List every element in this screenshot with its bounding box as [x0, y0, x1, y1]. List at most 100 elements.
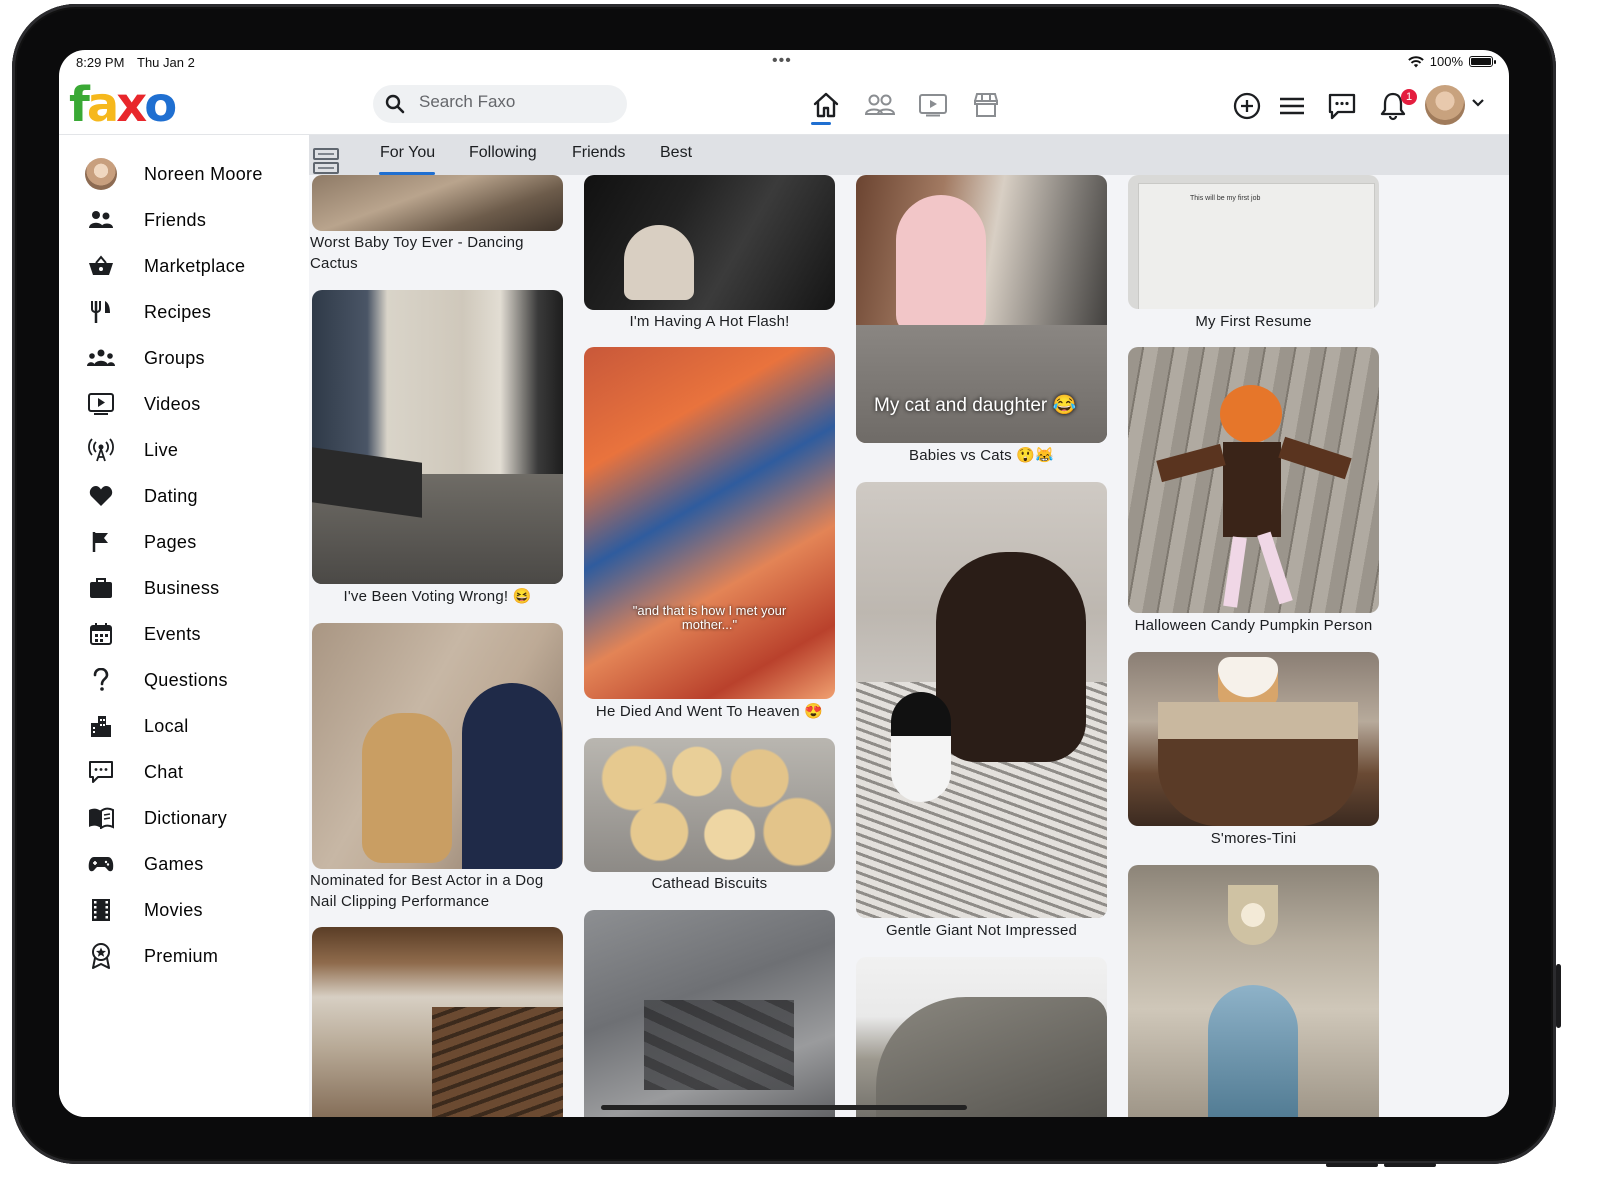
side-button — [1556, 964, 1561, 1028]
video-icon — [85, 388, 117, 420]
sidebar-item-movies[interactable]: Movies — [85, 892, 203, 928]
account-avatar[interactable] — [1425, 85, 1465, 125]
feed-layout-icon[interactable] — [313, 148, 339, 174]
home-icon[interactable] — [809, 88, 843, 122]
watch-icon[interactable] — [916, 88, 950, 122]
tab-for-you[interactable]: For You — [380, 144, 435, 162]
create-icon[interactable] — [1231, 90, 1263, 122]
battery-fill — [1471, 58, 1491, 65]
question-icon — [85, 664, 117, 696]
sidebar-item-label: Games — [144, 853, 204, 874]
video-thumbnail-dancing-cactus[interactable] — [312, 175, 563, 231]
groups-icon — [85, 342, 117, 374]
status-time: 8:29 PM — [76, 55, 125, 70]
logo-letter-a: a — [86, 77, 119, 133]
couch-shape — [856, 325, 1107, 443]
sidebar-item-dating[interactable]: Dating — [85, 478, 198, 514]
video-thumbnail-gentle-giant[interactable] — [856, 482, 1107, 918]
left-sidebar: Noreen Moore Friends Marketplace Recipes… — [59, 135, 309, 1117]
sidebar-item-marketplace[interactable]: Marketplace — [85, 248, 245, 284]
award-icon — [85, 940, 117, 972]
buildings-icon — [85, 710, 117, 742]
video-thumbnail-biscuits[interactable] — [584, 738, 835, 872]
video-thumbnail-smores-tini[interactable] — [1128, 652, 1379, 826]
window-shape — [1208, 985, 1298, 1117]
video-caption[interactable]: He Died And Went To Heaven 😍 — [584, 701, 835, 722]
top-navigation: faxo 1 — [59, 76, 1509, 135]
sidebar-item-business[interactable]: Business — [85, 570, 219, 606]
video-caption[interactable]: Worst Baby Toy Ever - Dancing Cactus — [310, 232, 560, 274]
video-caption[interactable]: My First Resume — [1128, 311, 1379, 332]
search-input[interactable] — [417, 91, 621, 113]
video-thumbnail-babies-cats[interactable]: My cat and daughter 😂 — [856, 175, 1107, 443]
sidebar-item-live[interactable]: Live — [85, 432, 178, 468]
sidebar-item-recipes[interactable]: Recipes — [85, 294, 211, 330]
video-thumbnail-voting[interactable] — [312, 290, 563, 584]
video-overlay-text: "and that is how I met your mother..." — [632, 603, 787, 632]
chevron-down-icon[interactable] — [1471, 98, 1485, 108]
multitasking-dots[interactable]: ••• — [772, 52, 792, 70]
friends-icon[interactable] — [863, 88, 897, 122]
video-thumbnail-first-resume[interactable]: This will be my first job — [1128, 175, 1379, 309]
sidebar-item-premium[interactable]: Premium — [85, 938, 218, 974]
logo-letter-x: x — [116, 77, 147, 133]
book-icon — [85, 802, 117, 834]
search-bar[interactable] — [373, 85, 627, 123]
messenger-icon[interactable] — [1326, 90, 1358, 122]
sidebar-item-local[interactable]: Local — [85, 708, 188, 744]
tab-best[interactable]: Best — [660, 144, 692, 162]
video-thumbnail-rock[interactable] — [856, 957, 1107, 1117]
tab-friends[interactable]: Friends — [572, 144, 625, 162]
bottom-button-left — [1326, 1163, 1378, 1167]
bottom-button-right — [1384, 1163, 1436, 1167]
sidebar-item-games[interactable]: Games — [85, 846, 203, 882]
video-caption[interactable]: Babies vs Cats 😲😹 — [856, 445, 1107, 466]
sidebar-item-groups[interactable]: Groups — [85, 340, 205, 376]
sidebar-item-events[interactable]: Events — [85, 616, 201, 652]
sidebar-item-dictionary[interactable]: Dictionary — [85, 800, 227, 836]
faxo-logo[interactable]: faxo — [69, 77, 177, 133]
baby-shape — [896, 195, 986, 335]
video-thumbnail-mansion-staircase[interactable] — [312, 927, 563, 1117]
sidebar-item-friends[interactable]: Friends — [85, 202, 206, 238]
video-caption[interactable]: Cathead Biscuits — [584, 873, 835, 894]
video-caption[interactable]: Gentle Giant Not Impressed — [856, 920, 1107, 941]
video-thumbnail-heaven[interactable]: "and that is how I met your mother..." — [584, 347, 835, 699]
status-date: Thu Jan 2 — [137, 55, 195, 70]
rock-shape — [876, 997, 1107, 1117]
feed-tabs: For You Following Friends Best — [309, 135, 1509, 175]
sidebar-item-label: Videos — [144, 393, 201, 414]
tab-following[interactable]: Following — [469, 144, 537, 162]
video-thumbnail-hot-flash[interactable] — [584, 175, 835, 310]
video-caption[interactable]: Nominated for Best Actor in a Dog Nail C… — [310, 870, 560, 912]
sidebar-item-pages[interactable]: Pages — [85, 524, 196, 560]
sidebar-item-videos[interactable]: Videos — [85, 386, 200, 422]
logo-letter-f: f — [69, 77, 90, 133]
marketplace-icon[interactable] — [969, 88, 1003, 122]
video-caption[interactable]: S'mores-Tini — [1128, 828, 1379, 849]
sidebar-item-label: Recipes — [144, 301, 212, 322]
sidebar-item-label: Friends — [144, 209, 207, 230]
sidebar-item-chat[interactable]: Chat — [85, 754, 183, 790]
video-thumbnail-dog-nail[interactable] — [312, 623, 563, 869]
candy-leg-right — [1257, 531, 1293, 605]
video-caption[interactable]: I've Been Voting Wrong! 😆 — [312, 586, 563, 607]
menu-icon[interactable] — [1276, 90, 1308, 122]
screen: 8:29 PM Thu Jan 2 ••• 100% faxo Search F… — [59, 50, 1509, 1117]
sidebar-item-label: Dating — [144, 485, 198, 506]
video-thumbnail-candy-pumpkin[interactable] — [1128, 347, 1379, 613]
home-indicator[interactable] — [601, 1105, 967, 1110]
video-caption[interactable]: Halloween Candy Pumpkin Person — [1128, 615, 1379, 636]
sidebar-item-profile[interactable]: Noreen Moore — [85, 156, 262, 192]
sidebar-item-questions[interactable]: Questions — [85, 662, 227, 698]
cat-shape — [891, 692, 951, 802]
video-thumbnail-gym[interactable] — [584, 910, 835, 1117]
briefcase-icon — [85, 572, 117, 604]
candy-leg-left — [1223, 536, 1247, 608]
video-overlay-text: This will be my first job — [1190, 195, 1261, 202]
big-dog-shape — [936, 552, 1086, 762]
video-thumbnail-chandelier-room[interactable] — [1128, 865, 1379, 1117]
sidebar-item-label: Groups — [144, 347, 205, 368]
video-caption[interactable]: I'm Having A Hot Flash! — [584, 311, 835, 332]
status-right: 100% — [1407, 54, 1496, 69]
